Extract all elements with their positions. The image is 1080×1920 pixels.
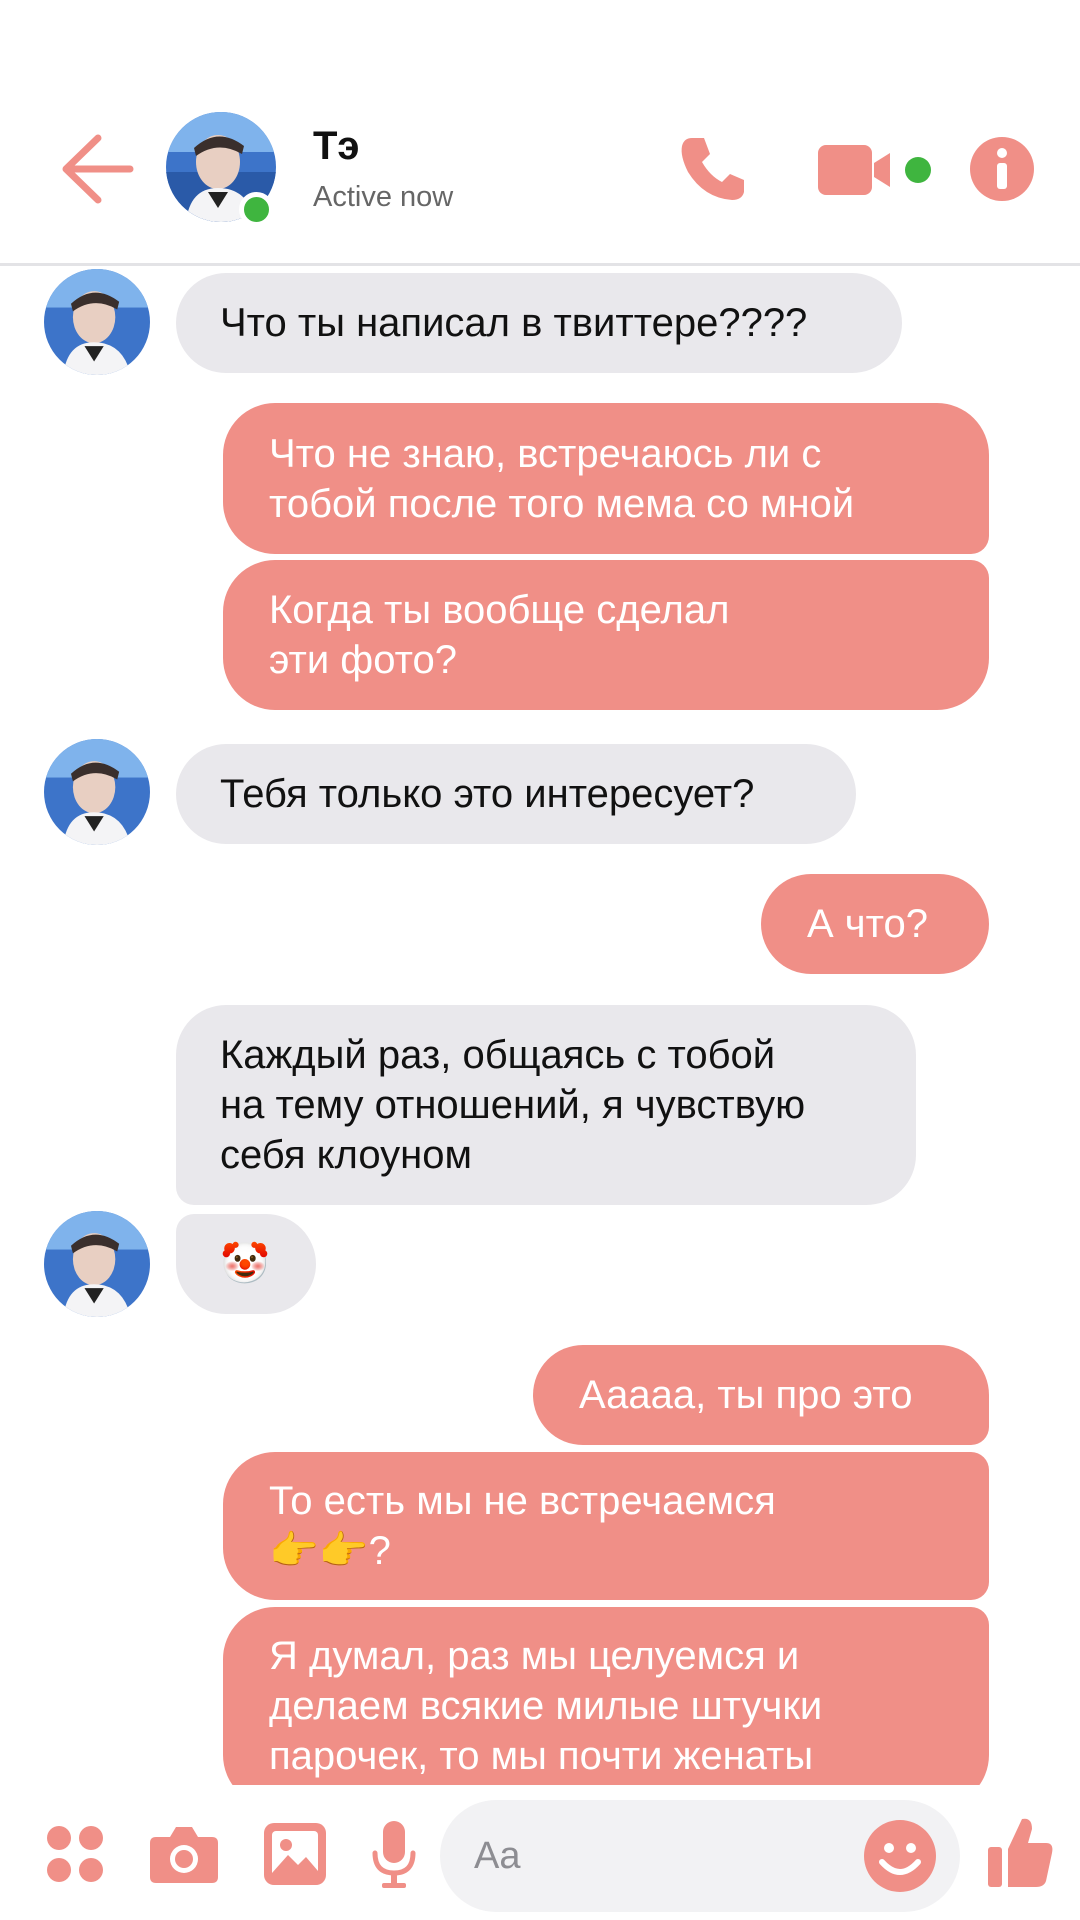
contact-avatar-small: [44, 739, 150, 845]
chat-header: Тэ Active now: [0, 0, 1080, 266]
thumbs-up-icon[interactable]: [988, 1815, 1054, 1889]
contact-avatar-small: [44, 269, 150, 375]
outgoing-message[interactable]: Когда ты вообще сделал эти фото?: [223, 560, 989, 710]
arrow-left-icon[interactable]: [58, 130, 136, 208]
composer-bar: [0, 1785, 1080, 1920]
incoming-message-emoji[interactable]: 🤡: [176, 1214, 316, 1314]
incoming-message[interactable]: Тебя только это интересует?: [176, 744, 856, 844]
contact-status: Active now: [313, 181, 454, 213]
outgoing-message[interactable]: То есть мы не встречаемся 👉👉?: [223, 1452, 989, 1600]
outgoing-message[interactable]: А что?: [761, 874, 989, 974]
microphone-icon[interactable]: [372, 1821, 416, 1889]
message-input-container[interactable]: [440, 1800, 960, 1912]
gallery-icon[interactable]: [264, 1823, 326, 1885]
incoming-message[interactable]: Каждый раз, общаясь с тобой на тему отно…: [176, 1005, 916, 1205]
contact-name[interactable]: Тэ: [313, 124, 360, 169]
message-thread[interactable]: Что ты написал в твиттере???? Что не зна…: [0, 269, 1080, 1785]
online-status-dot: [239, 192, 274, 227]
video-camera-icon[interactable]: [818, 145, 938, 195]
phone-icon[interactable]: [678, 134, 748, 204]
outgoing-message[interactable]: Что не знаю, встречаюсь ли с тобой после…: [223, 403, 989, 554]
incoming-message[interactable]: Что ты написал в твиттере????: [176, 273, 902, 373]
contact-avatar-small: [44, 1211, 150, 1317]
emoji-icon[interactable]: [864, 1820, 936, 1892]
info-icon[interactable]: [970, 137, 1034, 201]
message-input[interactable]: [474, 1800, 854, 1912]
apps-icon[interactable]: [46, 1825, 104, 1883]
outgoing-message[interactable]: Ааааа, ты про это: [533, 1345, 989, 1445]
camera-icon[interactable]: [150, 1825, 218, 1883]
outgoing-message[interactable]: Я думал, раз мы целуемся и делаем всякие…: [223, 1607, 989, 1785]
